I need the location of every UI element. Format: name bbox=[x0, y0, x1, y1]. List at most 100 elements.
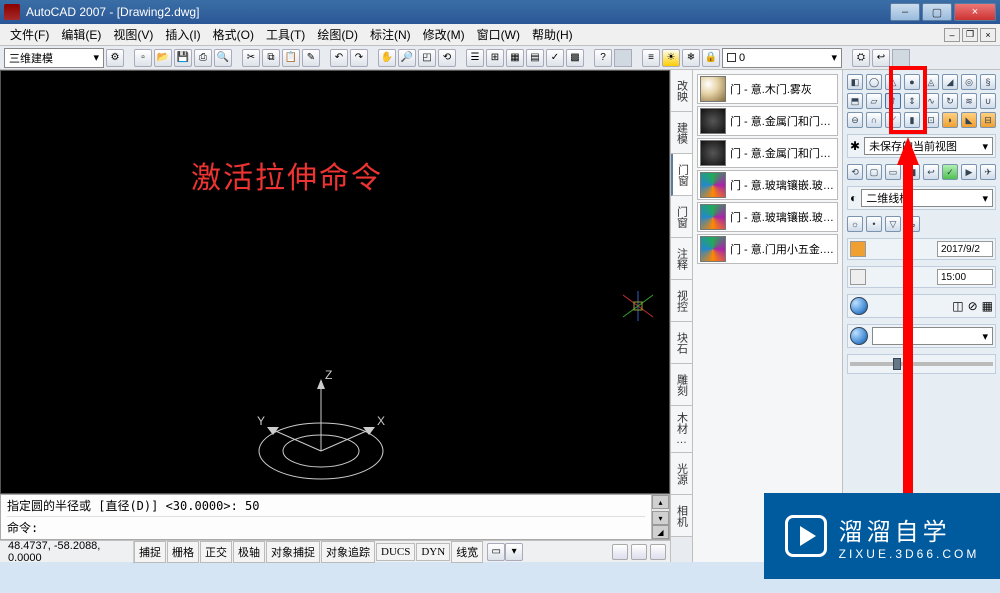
toolbar-grip[interactable] bbox=[614, 49, 632, 67]
polysolid-icon[interactable]: ⬒ bbox=[847, 93, 863, 109]
view-prev-icon[interactable]: ↩ bbox=[923, 164, 939, 180]
extrude-icon[interactable]: ⇑ bbox=[885, 93, 901, 109]
cone-icon[interactable]: △ bbox=[885, 74, 901, 90]
sphere-icon[interactable]: ● bbox=[904, 74, 920, 90]
material-attach-icon[interactable]: ◫ bbox=[952, 299, 963, 313]
undo-icon[interactable]: ↶ bbox=[330, 49, 348, 67]
snap-toggle[interactable]: 捕捉 bbox=[134, 541, 166, 563]
command-prompt[interactable]: 命令: bbox=[7, 516, 645, 536]
slider-track[interactable] bbox=[850, 362, 993, 366]
walk-icon[interactable]: ▶ bbox=[961, 164, 977, 180]
cut-icon[interactable]: ✂ bbox=[242, 49, 260, 67]
paste-icon[interactable]: 📋 bbox=[282, 49, 300, 67]
menu-modify[interactable]: 修改(M) bbox=[417, 24, 471, 45]
document-close-button[interactable]: × bbox=[980, 28, 996, 42]
command-line[interactable]: 指定圆的半径或 [直径(D)] <30.0000>: 50 命令: ▴ ▾ ◢ bbox=[0, 494, 670, 540]
menu-insert[interactable]: 插入(I) bbox=[159, 24, 206, 45]
help-icon[interactable]: ? bbox=[594, 49, 612, 67]
camera-icon[interactable]: ✓ bbox=[942, 164, 958, 180]
polar-toggle[interactable]: 极轴 bbox=[233, 541, 265, 563]
ducs-toggle[interactable]: DUCS bbox=[376, 543, 415, 561]
presspull-icon[interactable]: ⇕ bbox=[904, 93, 920, 109]
cylinder-icon[interactable]: ◯ bbox=[866, 74, 882, 90]
print-icon[interactable]: ⎙ bbox=[194, 49, 212, 67]
revolve-icon[interactable]: ↻ bbox=[942, 93, 958, 109]
palette-tab[interactable]: 木材… bbox=[671, 406, 692, 453]
scroll-down-icon[interactable]: ▾ bbox=[652, 511, 669, 525]
menu-file[interactable]: 文件(F) bbox=[4, 24, 55, 45]
plot-preview-icon[interactable]: 🔍 bbox=[214, 49, 232, 67]
palette-tab[interactable]: 门窗 bbox=[671, 196, 692, 238]
coordinates-display[interactable]: 48.4737, -58.2088, 0.0000 bbox=[4, 540, 134, 564]
view-front-icon[interactable]: ▭ bbox=[885, 164, 901, 180]
chamfer-edge-icon[interactable]: ◣ bbox=[961, 112, 977, 128]
menu-view[interactable]: 视图(V) bbox=[107, 24, 159, 45]
command-scrollbar[interactable]: ▴ ▾ ◢ bbox=[651, 495, 669, 539]
palette-tab[interactable]: 门窗 bbox=[671, 154, 692, 196]
sheet-set-icon[interactable]: ▤ bbox=[526, 49, 544, 67]
document-restore-button[interactable]: ❐ bbox=[962, 28, 978, 42]
menu-tools[interactable]: 工具(T) bbox=[260, 24, 311, 45]
open-icon[interactable]: 📂 bbox=[154, 49, 172, 67]
palette-tab[interactable]: 建模 bbox=[671, 112, 692, 154]
match-prop-icon[interactable]: ✎ bbox=[302, 49, 320, 67]
zoom-previous-icon[interactable]: ⟲ bbox=[438, 49, 456, 67]
layer-states-icon[interactable]: ⛭ bbox=[852, 49, 870, 67]
new-icon[interactable]: ▫ bbox=[134, 49, 152, 67]
copy-icon[interactable]: ⧉ bbox=[262, 49, 280, 67]
comm-center-icon[interactable] bbox=[612, 544, 628, 560]
pyramid-icon[interactable]: ◬ bbox=[923, 74, 939, 90]
union-icon[interactable]: ∪ bbox=[980, 93, 996, 109]
view-select[interactable]: 未保存的当前视图 ▾ bbox=[864, 137, 993, 155]
date-input[interactable] bbox=[937, 241, 993, 257]
window-maximize-button[interactable]: ▢ bbox=[922, 3, 952, 21]
save-icon[interactable]: 💾 bbox=[174, 49, 192, 67]
slider-thumb[interactable] bbox=[893, 358, 901, 370]
toolbar-grip[interactable] bbox=[892, 49, 910, 67]
layer-prev-icon[interactable]: ↩ bbox=[872, 49, 890, 67]
properties-icon[interactable]: ☰ bbox=[466, 49, 484, 67]
palette-tab[interactable]: 光源 bbox=[671, 453, 692, 495]
pan-icon[interactable]: ✋ bbox=[378, 49, 396, 67]
palette-tab[interactable]: 雕刻 bbox=[671, 364, 692, 406]
menu-draw[interactable]: 绘图(D) bbox=[311, 24, 364, 45]
material-remove-icon[interactable]: ⊘ bbox=[968, 299, 978, 313]
menu-format[interactable]: 格式(O) bbox=[207, 24, 260, 45]
menu-edit[interactable]: 编辑(E) bbox=[55, 24, 107, 45]
spot-light-icon[interactable]: ▽ bbox=[885, 216, 901, 232]
loft-icon[interactable]: ≋ bbox=[961, 93, 977, 109]
helix-icon[interactable]: § bbox=[980, 74, 996, 90]
workspace-settings-button[interactable]: ⚙ bbox=[106, 49, 124, 67]
palette-item[interactable]: 门 - 意.玻璃镶嵌.玻璃… bbox=[697, 170, 838, 200]
torus-icon[interactable]: ◎ bbox=[961, 74, 977, 90]
palette-item[interactable]: 门 - 意.金属门和门框… bbox=[697, 138, 838, 168]
layer-select[interactable]: 0 ▾ bbox=[722, 48, 842, 68]
globe-icon[interactable] bbox=[850, 327, 868, 345]
otrack-toggle[interactable]: 对象追踪 bbox=[321, 541, 375, 563]
zoom-realtime-icon[interactable]: 🔎 bbox=[398, 49, 416, 67]
thicken-icon[interactable]: ▮ bbox=[904, 112, 920, 128]
visual-style-select[interactable]: 二维线框 ▾ bbox=[861, 189, 993, 207]
palette-tab[interactable]: 视控 bbox=[671, 280, 692, 322]
palette-tab[interactable]: 注释 bbox=[671, 238, 692, 280]
dyn-toggle[interactable]: DYN bbox=[416, 543, 450, 561]
redo-icon[interactable]: ↷ bbox=[350, 49, 368, 67]
window-close-button[interactable]: × bbox=[954, 3, 996, 21]
fly-icon[interactable]: ✈ bbox=[980, 164, 996, 180]
palette-item[interactable]: 门 - 意.木门.雾灰 bbox=[697, 74, 838, 104]
zoom-window-icon[interactable]: ◰ bbox=[418, 49, 436, 67]
subtract-icon[interactable]: ⊖ bbox=[847, 112, 863, 128]
palette-tab[interactable]: 块石 bbox=[671, 322, 692, 364]
render-preset-select[interactable]: ▾ bbox=[872, 327, 993, 345]
imprint-icon[interactable]: ⊡ bbox=[923, 112, 939, 128]
box-icon[interactable]: ◧ bbox=[847, 74, 863, 90]
freeze-icon[interactable]: ❄ bbox=[682, 49, 700, 67]
status-more-icon[interactable]: ▾ bbox=[505, 543, 523, 561]
menu-help[interactable]: 帮助(H) bbox=[526, 24, 579, 45]
view-top-icon[interactable]: ▢ bbox=[866, 164, 882, 180]
calc-icon[interactable]: ▩ bbox=[566, 49, 584, 67]
tool-palettes-icon[interactable]: ▦ bbox=[506, 49, 524, 67]
material-map-icon[interactable]: ▦ bbox=[982, 299, 993, 313]
window-minimize-button[interactable]: – bbox=[890, 3, 920, 21]
osnap-toggle[interactable]: 对象捕捉 bbox=[266, 541, 320, 563]
